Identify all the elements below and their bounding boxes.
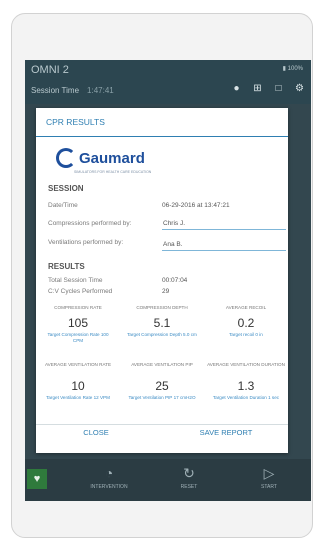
stethoscope-icon: ◔ (104, 465, 114, 481)
dialog-title: CPR RESULTS (46, 117, 105, 127)
total-time-value: 00:07:04 (162, 277, 188, 284)
app-toolbar: ● ⊞ □ ⚙ (231, 83, 305, 94)
title-divider (36, 136, 288, 137)
stat-target: Target Ventilation Rate 12 VPM (46, 395, 110, 400)
dialog-divider (36, 424, 288, 425)
stat-target: Target Ventilation Duration 1 sec (212, 395, 280, 400)
logo-text: Gaumard (79, 149, 145, 167)
stat-label: COMPRESSION DEPTH (136, 305, 188, 310)
ventilations-value[interactable]: Ana B. (163, 241, 183, 248)
session-heading: SESSION (48, 184, 84, 193)
stat-target: Target Compression Depth 5.0 cm (127, 332, 197, 337)
logo-tagline: SIMULATORS FOR HEALTH CARE EDUCATION (74, 170, 152, 174)
stat-value: 1.3 (237, 379, 255, 393)
stat-value: 105 (67, 316, 89, 330)
users-icon[interactable]: ⊞ (252, 83, 263, 94)
chat-icon[interactable]: □ (273, 83, 284, 94)
cycles-label: C:V Cycles Performed (48, 288, 113, 295)
save-report-button[interactable]: SAVE REPORT (176, 428, 276, 437)
stat-target: Target Ventilation PIP 17 cmH2O (128, 395, 196, 400)
intervention-label: INTERVENTION (90, 484, 128, 490)
refresh-icon: ↻ (183, 465, 195, 481)
play-icon: ▷ (263, 465, 275, 481)
gaumard-logo: Gaumard (56, 145, 145, 171)
close-button[interactable]: CLOSE (56, 428, 136, 437)
battery-indicator: ▮ 100% (282, 66, 303, 72)
reset-button[interactable]: ↻ RESET (169, 465, 209, 490)
stat-value: 25 (155, 379, 169, 393)
app-title: OMNI 2 (31, 64, 69, 76)
reset-label: RESET (180, 484, 198, 490)
cpr-mode-button[interactable]: ♥ (27, 469, 47, 489)
session-time-label: Session Time (31, 86, 80, 95)
compressions-underline (162, 229, 286, 230)
stat-value: 10 (71, 379, 85, 393)
start-button[interactable]: ▷ START (249, 465, 289, 490)
gaumard-logo-icon (56, 148, 76, 168)
stat-target: Target recoil 0 in (229, 332, 263, 337)
stat-target: Target Compression Rate 100 CPM (47, 332, 109, 343)
compressions-label: Compressions performed by: (48, 220, 132, 227)
compressions-value[interactable]: Chris J. (163, 220, 185, 227)
app-bar: OMNI 2 ▮ 100% Session Time 1:47:41 ● ⊞ □ … (25, 60, 311, 104)
session-time: Session Time 1:47:41 (31, 86, 114, 95)
stat-label: COMPRESSION RATE (54, 305, 102, 310)
date-value: 06-29-2016 at 13:47:21 (162, 202, 230, 209)
bottom-bar: ♥ ◔ INTERVENTION ↻ RESET ▷ START (25, 459, 311, 501)
stat-value: 5.1 (153, 316, 171, 330)
ventilations-underline (162, 250, 286, 251)
intervention-button[interactable]: ◔ INTERVENTION (89, 465, 129, 490)
stat-label: AVERAGE VENTILATION PIP (131, 362, 193, 367)
cycles-value: 29 (162, 288, 170, 295)
gear-icon[interactable]: ⚙ (294, 83, 305, 94)
palette-icon[interactable]: ● (231, 83, 242, 94)
total-time-label: Total Session Time (48, 277, 103, 284)
start-label: START (261, 484, 277, 490)
session-time-value: 1:47:41 (87, 86, 114, 95)
stat-label: AVERAGE RECOIL (225, 305, 267, 310)
cpr-results-dialog: CPR RESULTS Gaumard SIMULATORS FOR HEALT… (36, 108, 288, 453)
stat-label: AVERAGE VENTILATION DURATION (207, 362, 285, 367)
results-heading: RESULTS (48, 262, 85, 271)
date-label: Date/Time (48, 202, 78, 209)
ventilations-label: Ventilations performed by: (48, 239, 124, 246)
stat-value: 0.2 (237, 316, 255, 330)
stat-label: AVERAGE VENTILATION RATE (44, 362, 112, 367)
